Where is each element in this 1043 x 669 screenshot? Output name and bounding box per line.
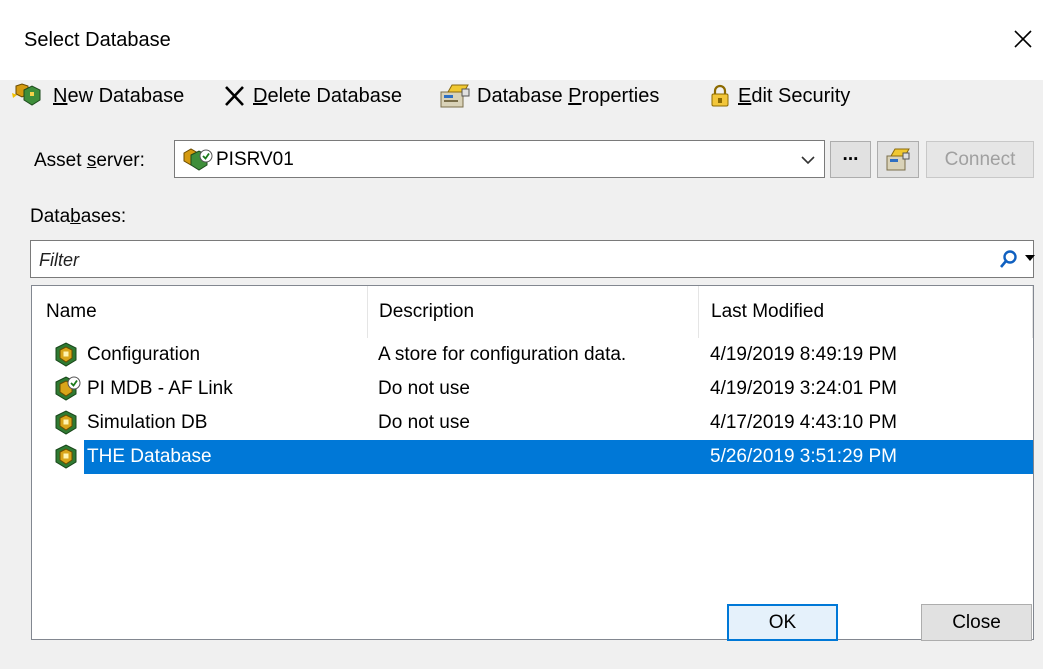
filter-dropdown-icon[interactable] (1023, 251, 1037, 265)
filter-input[interactable] (37, 247, 941, 273)
server-properties-button[interactable] (877, 141, 919, 178)
delete-database-accel: D (253, 84, 268, 107)
row-name: Simulation DB (87, 412, 208, 433)
browse-server-button[interactable]: ··· (830, 141, 871, 178)
close-label: Close (952, 611, 1001, 633)
row-name: Configuration (87, 344, 201, 365)
new-database-label: ew Database (67, 84, 185, 107)
row-name: THE Database (87, 446, 212, 467)
database-properties-button[interactable]: Database Properties (438, 80, 659, 112)
asset-server-icon (183, 148, 213, 171)
database-properties-accel: P (568, 84, 582, 107)
databases-label-pre: Data (30, 206, 71, 227)
database-properties-label-rest: roperties (581, 84, 660, 107)
edit-security-button[interactable]: Edit Security (707, 80, 850, 112)
title-bar: Select Database (0, 0, 1043, 80)
toolbar: New Database Delete Database Database Pr… (10, 80, 1010, 112)
databases-label-post: ases: (80, 206, 127, 227)
database-icon (55, 410, 77, 435)
delete-database-label: elete Database (267, 84, 402, 107)
server-properties-icon (886, 148, 910, 170)
row-last-modified: 5/26/2019 3:51:29 PM (710, 446, 897, 467)
column-header-last-modified-label: Last Modified (711, 301, 825, 322)
search-icon[interactable] (999, 249, 1019, 269)
database-list[interactable]: Name Description Last Modified Configura… (31, 285, 1034, 640)
browse-server-label: ··· (842, 148, 860, 170)
column-header-name-label: Name (46, 301, 97, 322)
row-description: Do not use (378, 378, 470, 399)
table-row[interactable]: Configuration A store for configuration … (32, 338, 1033, 372)
ok-label: OK (768, 611, 797, 633)
list-header: Name Description Last Modified (32, 286, 1033, 338)
close-icon[interactable] (1008, 24, 1038, 54)
database-properties-label-pre: Database (477, 84, 569, 107)
ok-button[interactable]: OK (727, 604, 838, 641)
column-header-description-label: Description (379, 301, 475, 322)
delete-database-button[interactable]: Delete Database (222, 80, 402, 112)
asset-server-label-pre: Asset (34, 150, 87, 171)
asset-server-label-post: erver: (96, 150, 145, 171)
chevron-down-icon[interactable] (800, 154, 816, 166)
filter-box (30, 240, 1037, 278)
row-last-modified: 4/19/2019 8:49:19 PM (710, 344, 897, 365)
column-divider[interactable] (1032, 286, 1033, 338)
lock-icon (711, 84, 729, 107)
asset-server-combobox[interactable]: PISRV01 (174, 140, 825, 178)
new-database-accel: N (53, 84, 68, 107)
databases-label-accel: b (70, 206, 81, 227)
properties-icon (440, 84, 470, 108)
asset-server-value: PISRV01 (216, 149, 294, 170)
asset-server-label: Asset server: (34, 150, 145, 172)
databases-label: Databases: (30, 206, 126, 228)
new-database-icon (12, 83, 41, 106)
close-button[interactable]: Close (921, 604, 1032, 641)
table-row[interactable]: PI MDB - AF Link Do not use 4/19/2019 3:… (32, 372, 1033, 406)
database-icon (55, 342, 77, 367)
asset-server-label-accel: s (86, 150, 97, 171)
delete-icon (225, 86, 244, 106)
database-icon (55, 444, 77, 469)
table-row[interactable]: Simulation DB Do not use 4/17/2019 4:43:… (32, 406, 1033, 440)
linked-database-icon (55, 376, 81, 401)
edit-security-accel: E (738, 84, 752, 107)
row-description: A store for configuration data. (378, 344, 627, 365)
connect-button[interactable]: Connect (926, 141, 1034, 178)
column-header-description[interactable]: Description (365, 286, 698, 338)
row-description: Do not use (378, 412, 470, 433)
column-header-name[interactable]: Name (32, 286, 367, 338)
new-database-button[interactable]: New Database (10, 80, 184, 112)
connect-label: Connect (944, 148, 1016, 170)
row-last-modified: 4/19/2019 3:24:01 PM (710, 378, 897, 399)
window-title: Select Database (24, 29, 171, 51)
table-row-selected[interactable]: THE Database 5/26/2019 3:51:29 PM (84, 440, 1033, 474)
edit-security-label: dit Security (751, 84, 851, 107)
column-header-last-modified[interactable]: Last Modified (697, 286, 1032, 338)
row-name: PI MDB - AF Link (87, 378, 233, 399)
row-last-modified: 4/17/2019 4:43:10 PM (710, 412, 897, 433)
